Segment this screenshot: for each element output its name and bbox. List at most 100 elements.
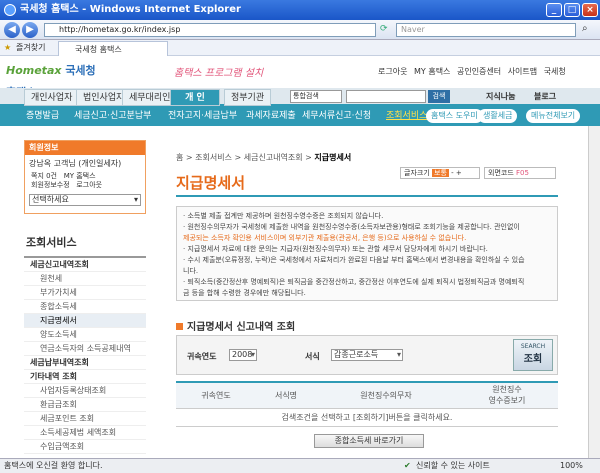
menu-item-active[interactable]: 지급명세서 bbox=[24, 314, 146, 328]
minimize-button[interactable]: _ bbox=[546, 3, 562, 17]
col-form-name: 서식명 bbox=[256, 381, 316, 409]
site-logo[interactable]: Hometax 국세청 홈택스 bbox=[6, 60, 106, 99]
search-button[interactable]: SEARCH 조회 bbox=[513, 339, 553, 371]
top-links: 로그아웃 MY 홈택스 공인인증센터 사이트맵 국세청 bbox=[378, 66, 570, 77]
helper-button[interactable]: 홈택스 도우미 bbox=[426, 109, 483, 123]
col-payer: 원천징수의무자 bbox=[316, 381, 456, 409]
breadcrumb: 홈 > 조회서비스 > 세금신고내역조회 > 지급명세서 bbox=[176, 153, 352, 162]
menu-item[interactable]: 연금소득자의 소득공제내역 bbox=[24, 342, 146, 356]
font-size-control[interactable]: 글자크기 보통 - + bbox=[400, 167, 480, 179]
menu-item[interactable]: 사업자등록상태조회 bbox=[24, 384, 146, 398]
member-panel-header: 회원정보 bbox=[25, 141, 145, 155]
browser-search-input[interactable]: Naver bbox=[396, 23, 576, 37]
year-select[interactable]: 2008 bbox=[229, 349, 257, 361]
favorites-bar: ★ 즐겨찾기 국세청 홈택스 bbox=[0, 40, 600, 56]
breadcrumb-current: 지급명세서 bbox=[314, 153, 352, 162]
memo-link[interactable]: 쪽지 0건 bbox=[31, 172, 57, 180]
menu-item[interactable]: 기타내역 조회 bbox=[24, 370, 146, 384]
search-type-select[interactable]: 통합검색 bbox=[290, 90, 342, 103]
browser-tab[interactable]: 국세청 홈택스 bbox=[58, 41, 168, 56]
menu-item[interactable]: 종합소득세 bbox=[24, 300, 146, 314]
cert-center-link[interactable]: 공인인증센터 bbox=[457, 67, 501, 76]
menu-item[interactable]: 환급금조회 bbox=[24, 398, 146, 412]
window-title: 국세청 홈택스 - Windows Internet Explorer bbox=[20, 4, 241, 15]
subnav-inquiry[interactable]: 조회서비스 bbox=[386, 106, 427, 126]
notice-line: 제공되는 소득자 확인용 서비스이며 외부기관 제출용(관공서, 은행 등)으로… bbox=[183, 234, 467, 242]
member-panel: 회원정보 강남옥 고객님 (개인일세자) 쪽지 0건 MY 홈택스 회원정보수정… bbox=[24, 140, 146, 214]
url-input[interactable]: http://hometax.go.kr/index.jsp bbox=[44, 23, 376, 37]
status-text: 홈택스에 오신걸 환영 합니다. bbox=[4, 461, 103, 470]
menu-item[interactable]: 세금신고내역조회 bbox=[24, 258, 146, 272]
nts-link[interactable]: 국세청 bbox=[544, 67, 566, 76]
form-label: 서식 bbox=[305, 352, 320, 361]
title-divider bbox=[176, 195, 558, 197]
back-button[interactable]: ◀ bbox=[4, 22, 20, 38]
menu-item[interactable]: 세금납부내역조회 bbox=[24, 356, 146, 370]
edit-member-link[interactable]: 회원정보수정 bbox=[31, 181, 70, 189]
scrollbar[interactable] bbox=[588, 126, 600, 458]
blog-link[interactable]: 블로그 bbox=[534, 91, 556, 102]
subnav-data-submit[interactable]: 과세자료제출 bbox=[246, 106, 296, 126]
sitemap-link[interactable]: 사이트맵 bbox=[508, 67, 537, 76]
sub-nav: 증명발급 세금신고·신고분납부 전자고지·세금납부 과세자료제출 세무서류신고·… bbox=[0, 106, 600, 126]
tab-individual-business[interactable]: 개인사업자 bbox=[24, 89, 80, 106]
left-menu-title: 조회서비스 bbox=[24, 232, 146, 258]
forward-button[interactable]: ▶ bbox=[22, 22, 38, 38]
subnav-tax-filing[interactable]: 세금신고·신고분납부 bbox=[74, 106, 151, 126]
all-menu-button[interactable]: 메뉴전체보기 bbox=[526, 109, 581, 123]
my-hometax-link[interactable]: MY 홈택스 bbox=[414, 67, 450, 76]
income-tax-button[interactable]: 종합소득세 바로가기 bbox=[314, 434, 424, 448]
maximize-button[interactable]: □ bbox=[564, 3, 580, 17]
subnav-certificate[interactable]: 증명발급 bbox=[26, 106, 59, 126]
menu-item[interactable]: 소득세공제법 세액조회 bbox=[24, 426, 146, 440]
my-hometax-side-link[interactable]: MY 홈택스 bbox=[64, 172, 96, 180]
main-nav: 개인사업자 법인사업자 세무대리인 개 인 정부기관 통합검색 검색 지식나눔 … bbox=[0, 88, 600, 106]
menu-item[interactable]: 세금포인트 조회 bbox=[24, 412, 146, 426]
address-toolbar: ◀ ▶ http://hometax.go.kr/index.jsp ⟳ Nav… bbox=[0, 20, 600, 40]
left-menu: 조회서비스 세금신고내역조회 원천세 부가가치세 종합소득세 지급명세서 양도소… bbox=[24, 232, 146, 454]
col-year: 귀속연도 bbox=[176, 381, 256, 409]
site-search-input[interactable] bbox=[346, 90, 426, 103]
zoom-level[interactable]: 100% bbox=[560, 459, 583, 473]
close-button[interactable]: × bbox=[582, 3, 598, 17]
favorites-button[interactable]: 즐겨찾기 bbox=[16, 40, 45, 56]
menu-item[interactable]: 원천세 bbox=[24, 272, 146, 286]
menu-item[interactable]: 수입금액조회 bbox=[24, 440, 146, 454]
notice-line: · 원천징수의무자가 국세청에 제출한 내역을 원천징수영수증(소득자보관용)형… bbox=[183, 223, 520, 231]
menu-item[interactable]: 부가가치세 bbox=[24, 286, 146, 300]
notice-line: · 퇴직소득(중간정산후 명예퇴직)은 퇴직금을 중간정산하고, 중간정산 이후… bbox=[183, 278, 525, 286]
window-titlebar: 국세청 홈택스 - Windows Internet Explorer _ □ … bbox=[0, 0, 600, 20]
notice-line: · 수시 제출분(오류정정, 누락)은 국세청에서 자료처리가 완료된 다음날 … bbox=[183, 256, 525, 264]
search-panel: 귀속연도 2008 서식 갑종근로소득 SEARCH조회 bbox=[176, 335, 558, 375]
section-title: 지급명세서 신고내역 조회 bbox=[176, 318, 295, 333]
living-tax-button[interactable]: 생활세금 bbox=[478, 109, 518, 123]
zone-text: 신뢰할 수 있는 사이트 bbox=[416, 461, 490, 470]
empty-message: 검색조건을 선택하고 [조회하기]버튼을 클릭하세요. bbox=[176, 408, 558, 427]
ie-icon bbox=[4, 4, 16, 16]
tab-government[interactable]: 정부기관 bbox=[224, 89, 272, 106]
logout-link[interactable]: 로그아웃 bbox=[378, 67, 407, 76]
quick-select[interactable]: 선택하세요 ▾ bbox=[29, 194, 141, 206]
form-select[interactable]: 갑종근로소득 bbox=[331, 349, 403, 361]
page-title: 지급명세서 bbox=[176, 174, 246, 192]
notice-line: · 지급명세서 자료에 대한 문의는 지급자(원천징수의무자) 또는 관할 세무… bbox=[183, 245, 488, 253]
logout-side-link[interactable]: 로그아웃 bbox=[76, 181, 102, 189]
notice-line: 금 등을 합해 수령한 경우에만 해당됩니다. bbox=[183, 289, 306, 297]
search-icon[interactable]: ⌕ bbox=[582, 23, 588, 34]
screen-code: 외면코드 F05 bbox=[484, 167, 556, 179]
star-icon[interactable]: ★ bbox=[4, 40, 11, 56]
subnav-e-notice[interactable]: 전자고지·세금납부 bbox=[168, 106, 237, 126]
refresh-icon[interactable]: ⟳ bbox=[380, 24, 388, 34]
knowledge-link[interactable]: 지식나눔 bbox=[486, 91, 515, 102]
notice-line: · 소득별 제출 접계만 제공하며 원천징수영수증은 조회되지 않습니다. bbox=[183, 212, 384, 220]
status-bar: 홈택스에 오신걸 환영 합니다. ✔ 신뢰할 수 있는 사이트 100% bbox=[0, 458, 600, 473]
subnav-doc-request[interactable]: 세무서류신고·신청 bbox=[302, 106, 371, 126]
check-icon: ✔ bbox=[404, 461, 411, 470]
tab-individual[interactable]: 개 인 bbox=[170, 89, 220, 106]
notice-box: · 소득별 제출 접계만 제공하며 원천징수영수증은 조회되지 않습니다. · … bbox=[176, 206, 558, 301]
install-link[interactable]: 홈택스 프로그램 설치 bbox=[174, 64, 263, 79]
menu-item[interactable]: 양도소득세 bbox=[24, 328, 146, 342]
site-search-button[interactable]: 검색 bbox=[428, 90, 450, 103]
site-header: Hometax 국세청 홈택스 홈택스 프로그램 설치 로그아웃 MY 홈택스 … bbox=[0, 56, 600, 99]
col-receipt: 원천징수 영수증보기 bbox=[456, 381, 558, 409]
